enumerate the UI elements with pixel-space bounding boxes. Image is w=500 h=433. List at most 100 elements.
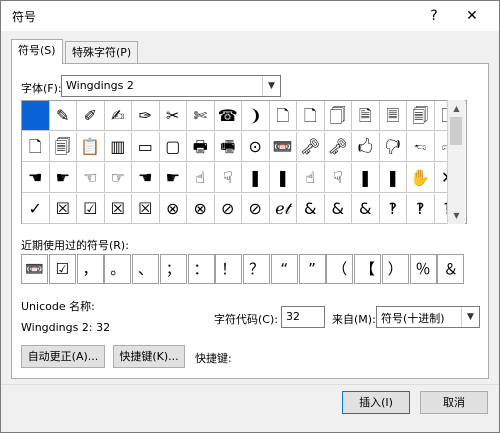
symbol-cell[interactable]: ☛	[159, 163, 187, 193]
scroll-down-icon[interactable]: ▼	[448, 207, 465, 224]
recent-symbol-cell[interactable]: ：	[187, 254, 215, 284]
symbol-cell[interactable]: ☎	[214, 101, 242, 131]
close-button[interactable]: ✕	[457, 4, 487, 28]
symbol-cell[interactable]: ☒	[49, 194, 77, 224]
symbol-cell[interactable]: 🖶	[187, 132, 215, 162]
symbol-cell[interactable]: ☛	[49, 163, 77, 193]
recent-symbol-cell[interactable]: ☑	[48, 254, 76, 284]
symbol-cell[interactable]: ▢	[159, 132, 187, 162]
divider	[1, 384, 499, 385]
recent-symbol-cell[interactable]: ？	[243, 254, 270, 284]
scroll-thumb[interactable]	[450, 117, 462, 145]
symbol-cell[interactable]: ☝	[297, 163, 325, 193]
symbol-cell[interactable]: ✂	[159, 101, 187, 131]
autocorrect-button[interactable]: 自动更正(A)...	[21, 345, 105, 368]
symbol-cell[interactable]: ⊘	[242, 194, 270, 224]
symbol-cell[interactable]: 🖓	[379, 132, 407, 162]
symbol-cell[interactable]: ☟	[324, 163, 352, 193]
char-code-input[interactable]: 32	[281, 306, 325, 328]
symbol-cell[interactable]: ℯ𝓉	[269, 194, 297, 224]
symbol-cell[interactable]: ✋	[407, 163, 435, 193]
symbol-cell[interactable]: ☑	[77, 194, 105, 224]
symbol-dialog: 符号 ? ✕ 符号(S) 特殊字符(P) 字体(F): Wingdings 2 …	[0, 0, 500, 433]
from-select[interactable]: 符号(十进制) ▼	[376, 306, 480, 328]
font-select[interactable]: Wingdings 2 ▼	[61, 75, 281, 97]
symbol-cell[interactable]: &	[297, 194, 325, 224]
symbol-cell[interactable]: ☜	[77, 163, 105, 193]
recent-symbol-cell[interactable]: 、	[132, 254, 159, 284]
symbol-cell[interactable]: ❚	[379, 163, 407, 193]
recent-symbols-row: 📼 ☑，。、；：！？ “” （【）％＆	[21, 254, 465, 286]
symbol-cell[interactable]: 🗋	[297, 101, 325, 131]
recent-symbol-cell[interactable]: 。	[104, 254, 132, 284]
symbol-cell[interactable]: 🗏	[379, 101, 407, 131]
symbol-cell[interactable]: ✎	[49, 101, 77, 131]
symbol-row: 🗋🗐📋▥▭▢🖶🖷⊙📼🗝🗝🖒🖓🖘🖙	[22, 132, 462, 163]
tab-strip: 符号(S) 特殊字符(P)	[11, 39, 489, 64]
shortcut-key-button[interactable]: 快捷键(K)...	[113, 345, 185, 368]
symbol-cell[interactable]: 🗝	[297, 132, 325, 162]
recent-symbol-cell[interactable]: ”	[298, 254, 326, 284]
recent-symbol-cell[interactable]: ％	[409, 254, 437, 284]
symbol-cell[interactable]: ‽	[407, 194, 435, 224]
recent-symbol-cell[interactable]: （	[326, 254, 354, 284]
symbol-cell[interactable]: 🗋	[22, 132, 50, 162]
symbol-cell[interactable]: ☝	[187, 163, 215, 193]
symbol-cell[interactable]: ☚	[132, 163, 160, 193]
symbol-cell[interactable]: ⊗	[187, 194, 215, 224]
help-button[interactable]: ?	[419, 4, 449, 28]
symbol-cell[interactable]: ❚	[352, 163, 380, 193]
symbol-cell[interactable]: &	[324, 194, 352, 224]
symbol-cell[interactable]: ✓	[22, 194, 50, 224]
recent-symbol-cell[interactable]: 📼	[21, 254, 48, 284]
symbol-cell[interactable]: ▥	[104, 132, 132, 162]
chevron-down-icon[interactable]: ▼	[461, 307, 479, 327]
symbol-cell[interactable]: ‽	[379, 194, 407, 224]
scroll-up-icon[interactable]: ▲	[448, 100, 465, 117]
from-value: 符号(十进制)	[381, 312, 445, 325]
symbol-cell[interactable]: ✄	[187, 101, 215, 131]
symbol-cell[interactable]: 🗐	[49, 132, 77, 162]
symbol-cell[interactable]: 🗋	[269, 101, 297, 131]
symbol-cell[interactable]: ⊙	[242, 132, 270, 162]
symbol-cell[interactable]: 🗐	[407, 101, 435, 131]
cancel-button[interactable]: 取消	[420, 391, 488, 414]
symbol-cell[interactable]: 🗎	[352, 101, 380, 131]
symbol-cell[interactable]: ❚	[242, 163, 270, 193]
symbol-cell[interactable]: ❩	[242, 101, 270, 131]
symbol-cell[interactable]: ❚	[269, 163, 297, 193]
recent-symbol-cell[interactable]: ）	[381, 254, 409, 284]
symbol-cell[interactable]: ☞	[104, 163, 132, 193]
recent-symbol-cell[interactable]: “	[270, 254, 298, 284]
symbol-cell[interactable]: ⊗	[159, 194, 187, 224]
tab-special-characters[interactable]: 特殊字符(P)	[65, 41, 139, 63]
symbol-cell[interactable]: 🗝	[324, 132, 352, 162]
symbol-cell[interactable]: ✍	[104, 101, 132, 131]
symbol-cell[interactable]: ☚	[22, 163, 50, 193]
symbol-cell[interactable]: ✑	[132, 101, 160, 131]
insert-button[interactable]: 插入(I)	[342, 391, 410, 414]
recent-symbol-cell[interactable]: 【	[354, 254, 381, 284]
recent-symbol-cell[interactable]: ！	[215, 254, 243, 284]
symbol-cell[interactable]: ▭	[132, 132, 160, 162]
symbol-cell[interactable]: 📼	[269, 132, 297, 162]
recent-symbol-cell[interactable]: ；	[159, 254, 187, 284]
symbol-cell[interactable]: ☟	[214, 163, 242, 193]
symbol-cell[interactable]: 🖒	[352, 132, 380, 162]
symbol-cell[interactable]: 🖘	[407, 132, 435, 162]
symbol-cell[interactable]	[22, 101, 50, 131]
recent-symbol-cell[interactable]: ＆	[437, 254, 465, 284]
symbol-cell[interactable]: 🗍	[324, 101, 352, 131]
symbol-cell[interactable]: ☒	[104, 194, 132, 224]
symbol-cell[interactable]: &	[352, 194, 380, 224]
unicode-name-label: Unicode 名称:	[21, 300, 95, 313]
tab-symbols[interactable]: 符号(S)	[11, 39, 63, 64]
chevron-down-icon[interactable]: ▼	[262, 76, 280, 96]
grid-scrollbar[interactable]: ▲ ▼	[447, 100, 465, 224]
symbol-cell[interactable]: 📋	[77, 132, 105, 162]
symbol-cell[interactable]: 🖷	[214, 132, 242, 162]
symbol-cell[interactable]: ✐	[77, 101, 105, 131]
symbol-cell[interactable]: ⊘	[214, 194, 242, 224]
symbol-cell[interactable]: ☒	[132, 194, 160, 224]
recent-symbol-cell[interactable]: ，	[76, 254, 104, 284]
